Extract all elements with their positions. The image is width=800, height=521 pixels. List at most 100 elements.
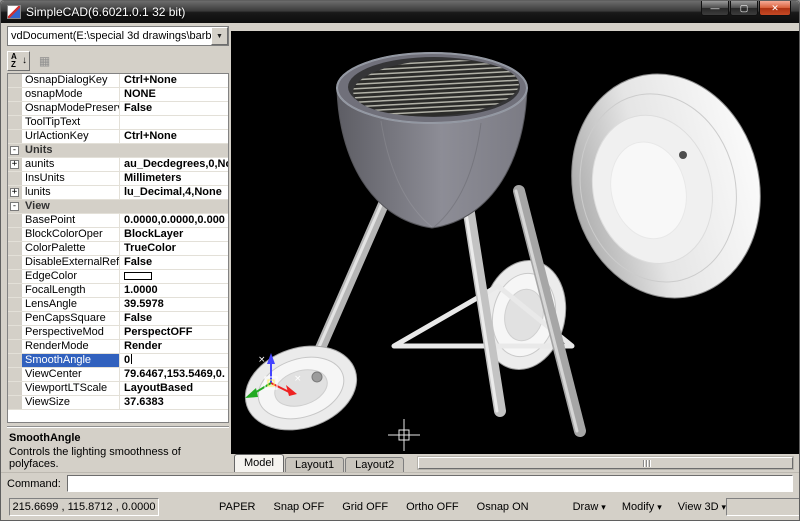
property-value: False: [120, 256, 228, 269]
property-row[interactable]: UrlActionKey Ctrl+None: [8, 130, 228, 144]
toggle-paper[interactable]: PAPER: [219, 501, 255, 513]
property-name: UrlActionKey: [22, 130, 120, 143]
property-value: 39.5978: [120, 298, 228, 311]
property-row[interactable]: BlockColorOper BlockLayer: [8, 228, 228, 242]
property-row[interactable]: osnapMode NONE: [8, 88, 228, 102]
description-text: Controls the lighting smoothness of poly…: [9, 446, 227, 470]
property-description-panel: SmoothAngle Controls the lighting smooth…: [7, 426, 229, 472]
tab-layout2[interactable]: Layout2: [345, 457, 404, 472]
propertygrid-toolbar: A Z ↓ ▦: [7, 49, 229, 73]
property-row[interactable]: PenCapsSquare False: [8, 312, 228, 326]
property-row[interactable]: FocalLength 1.0000: [8, 284, 228, 298]
property-row-selected[interactable]: SmoothAngle 0: [8, 354, 228, 368]
menu-draw[interactable]: Draw ▾: [573, 501, 606, 513]
property-row[interactable]: ViewSize 37.6383: [8, 396, 228, 410]
command-label: Command:: [7, 478, 61, 490]
property-row[interactable]: LensAngle 39.5978: [8, 298, 228, 312]
sort-alphabetical-button[interactable]: A Z ↓: [7, 51, 30, 71]
combobox-dropdown-icon[interactable]: ▼: [211, 27, 228, 45]
property-name: ToolTipText: [22, 116, 120, 129]
property-name: InsUnits: [22, 172, 120, 185]
toggle-grid[interactable]: Grid OFF: [342, 501, 388, 513]
toggle-snap[interactable]: Snap OFF: [273, 501, 324, 513]
property-row[interactable]: OsnapDialogKey Ctrl+None: [8, 74, 228, 88]
property-value: Ctrl+None: [120, 130, 228, 143]
property-value: [120, 116, 228, 129]
tab-model[interactable]: Model: [234, 454, 284, 472]
category-row[interactable]: - Units: [8, 144, 228, 158]
property-row[interactable]: ToolTipText: [8, 116, 228, 130]
layout-tabs: Model Layout1 Layout2: [231, 454, 799, 472]
tab-layout1[interactable]: Layout1: [285, 457, 344, 472]
property-row[interactable]: + lunits lu_Decimal,4,None: [8, 186, 228, 200]
toggle-ortho[interactable]: Ortho OFF: [406, 501, 459, 513]
close-button[interactable]: ✕: [759, 1, 791, 16]
menu-view3d[interactable]: View 3D ▾: [678, 501, 726, 513]
property-name: ViewCenter: [22, 368, 120, 381]
property-row[interactable]: ViewCenter 79.6467,153.5469,0.: [8, 368, 228, 382]
maximize-button[interactable]: ▢: [730, 1, 758, 16]
property-row[interactable]: InsUnits Millimeters: [8, 172, 228, 186]
property-name: osnapMode: [22, 88, 120, 101]
scrollbar-thumb[interactable]: [418, 457, 793, 469]
svg-text:×: ×: [258, 355, 266, 365]
property-name: ColorPalette: [22, 242, 120, 255]
property-row[interactable]: BasePoint 0.0000,0.0000,0.000: [8, 214, 228, 228]
barbecue-3d-model: × ×: [231, 31, 799, 454]
property-value: Render: [120, 340, 228, 353]
property-row[interactable]: DisableExternalRefer False: [8, 256, 228, 270]
property-value: False: [120, 312, 228, 325]
minimize-button[interactable]: —: [701, 1, 729, 16]
property-value: TrueColor: [120, 242, 228, 255]
property-row[interactable]: OsnapModePreserve False: [8, 102, 228, 116]
app-icon: [7, 5, 21, 19]
horizontal-scrollbar[interactable]: [417, 456, 794, 470]
window-title: SimpleCAD(6.6021.0.1 32 bit): [26, 5, 185, 19]
property-name: BlockColorOper: [22, 228, 120, 241]
property-name: BasePoint: [22, 214, 120, 227]
property-row[interactable]: + aunits au_Decdegrees,0,No: [8, 158, 228, 172]
document-combobox[interactable]: vdDocument(E:\special 3d drawings\barbec…: [7, 26, 229, 46]
svg-text:×: ×: [294, 374, 302, 384]
lid: [548, 54, 783, 318]
property-name: SmoothAngle: [22, 354, 120, 367]
document-combobox-value: vdDocument(E:\special 3d drawings\barbec…: [8, 27, 211, 45]
chevron-down-icon: ▾: [657, 502, 662, 513]
description-title: SmoothAngle: [9, 432, 227, 444]
categorized-button[interactable]: ▦: [33, 51, 56, 71]
app-window: SimpleCAD(6.6021.0.1 32 bit) — ▢ ✕ vdDoc…: [0, 0, 800, 521]
menu-modify[interactable]: Modify ▾: [622, 501, 662, 513]
property-name: aunits: [22, 158, 120, 171]
command-bar: Command:: [1, 472, 799, 494]
property-name: ViewportLTScale: [22, 382, 120, 395]
property-row[interactable]: EdgeColor: [8, 270, 228, 284]
property-value: False: [120, 102, 228, 115]
property-row[interactable]: PerspectiveMod PerspectOFF: [8, 326, 228, 340]
property-value-editor[interactable]: 0: [120, 354, 228, 367]
command-input[interactable]: [67, 475, 793, 492]
property-name: FocalLength: [22, 284, 120, 297]
viewport-canvas[interactable]: × ×: [231, 31, 799, 454]
coordinates-readout: 215.6699 , 115.8712 , 0.0000: [9, 498, 159, 516]
collapse-icon[interactable]: -: [10, 146, 19, 155]
property-name: lunits: [22, 186, 120, 199]
wheel: [234, 332, 367, 443]
wheel-hub: [312, 372, 322, 382]
property-name: ViewSize: [22, 396, 120, 409]
category-row[interactable]: - View: [8, 200, 228, 214]
chevron-down-icon: ▾: [601, 502, 606, 513]
collapse-icon[interactable]: -: [10, 202, 19, 211]
crosshair-cursor: [388, 419, 420, 451]
property-value: 37.6383: [120, 396, 228, 409]
property-name: DisableExternalRefer: [22, 256, 120, 269]
property-value: [120, 270, 228, 283]
property-value: Millimeters: [120, 172, 228, 185]
property-row[interactable]: ColorPalette TrueColor: [8, 242, 228, 256]
toggle-osnap[interactable]: Osnap ON: [477, 501, 529, 513]
status-empty-panel: [726, 498, 800, 516]
property-row[interactable]: ViewportLTScale LayoutBased: [8, 382, 228, 396]
color-swatch[interactable]: [124, 272, 152, 280]
property-row[interactable]: RenderMode Render: [8, 340, 228, 354]
expand-icon[interactable]: +: [10, 160, 19, 169]
expand-icon[interactable]: +: [10, 188, 19, 197]
